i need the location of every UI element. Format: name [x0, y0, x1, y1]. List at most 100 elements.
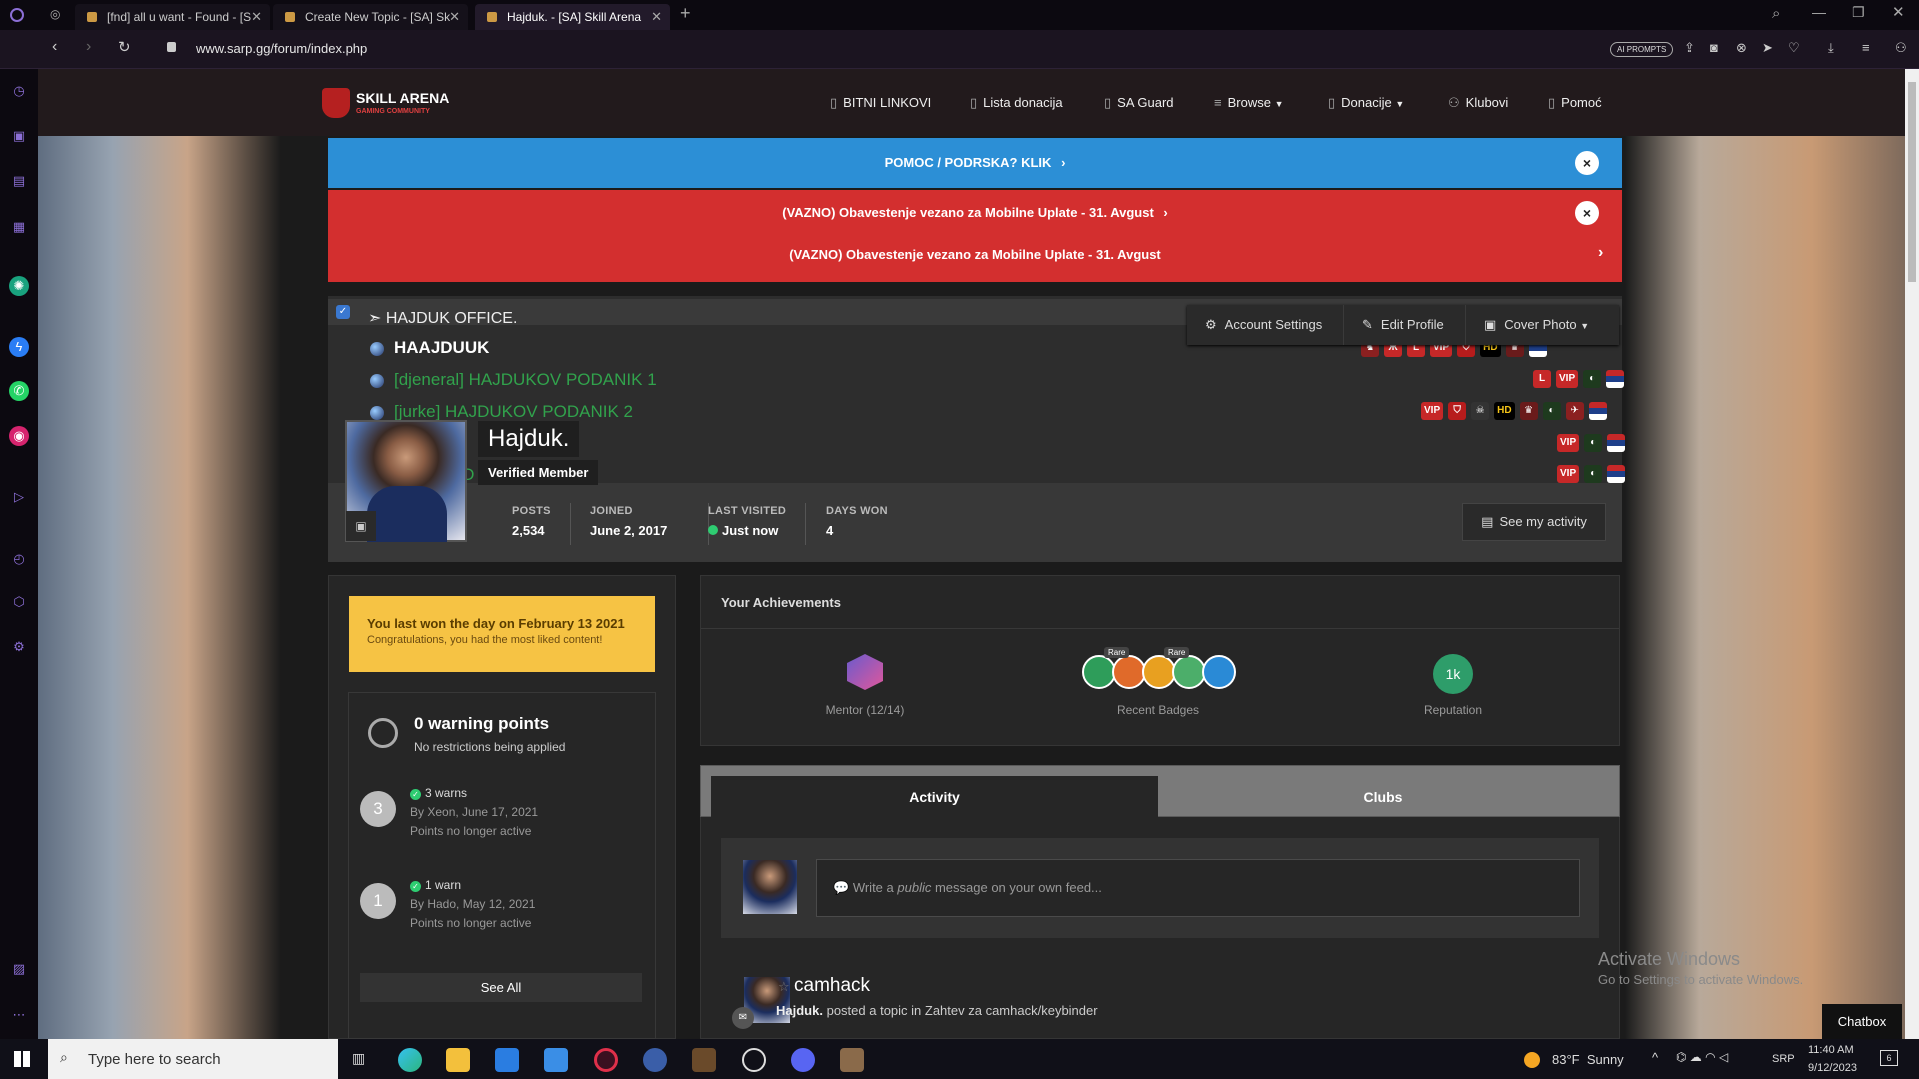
tray-chevron-icon[interactable]: ^ [1652, 1050, 1658, 1065]
back-icon[interactable]: ‹ [52, 38, 57, 56]
avatar-shirt [367, 486, 447, 542]
opera-icon[interactable] [594, 1048, 618, 1072]
close-tab-icon[interactable]: ✕ [251, 4, 262, 30]
store-icon[interactable] [544, 1048, 568, 1072]
share-icon[interactable]: ⇪ [1684, 40, 1695, 56]
menu-icon[interactable]: ≡ [1862, 40, 1870, 55]
check-icon: ✓ [410, 881, 421, 892]
nav-bitni-linkovi[interactable]: ▯ BITNI LINKOVI [830, 95, 931, 111]
obs-icon[interactable] [742, 1048, 766, 1072]
chatgpt-icon[interactable]: ✺ [9, 276, 29, 296]
file-explorer-icon[interactable] [446, 1048, 470, 1072]
search-tabs-icon[interactable]: ⌕ [1772, 5, 1780, 22]
history-icon[interactable]: ◴ [9, 549, 29, 569]
feed-username[interactable]: camhack [794, 975, 870, 997]
tab-create-topic[interactable]: Create New Topic - [SA] Sk ✕ [273, 4, 468, 30]
ai-prompts-button[interactable]: AI PROMPTS [1610, 42, 1674, 57]
extensions-icon[interactable]: ⬡ [9, 592, 29, 612]
samp-icon[interactable] [840, 1048, 864, 1072]
send-icon[interactable]: ➤ [1762, 40, 1773, 56]
tray-icons[interactable]: ⌬ ☁ ◠ ◁ [1676, 1050, 1728, 1064]
speed-dial-icon[interactable]: ◷ [9, 81, 29, 101]
news-icon[interactable]: ▦ [9, 217, 29, 237]
tab-hajduk[interactable]: Hajduk. - [SA] Skill Arena ✕ [475, 4, 670, 30]
document-icon: ▯ [1548, 95, 1556, 110]
see-my-activity-button[interactable]: ▤ See my activity [1462, 503, 1606, 541]
close-tab-icon[interactable]: ✕ [651, 4, 662, 30]
warning-circle-icon [368, 718, 398, 748]
help-banner[interactable]: POMOC / PODRSKA? KLIK › [328, 138, 1622, 188]
whatsapp-icon[interactable]: ✆ [9, 381, 29, 401]
clock-date[interactable]: 9/12/2023 [1808, 1062, 1857, 1074]
clock-time[interactable]: 11:40 AM [1808, 1044, 1854, 1056]
more-icon[interactable]: ⋯ [9, 1005, 29, 1025]
skill-arena-logo[interactable]: SKILL ARENA GAMING COMMUNITY [322, 87, 449, 121]
messenger-icon[interactable]: ϟ [9, 337, 29, 357]
close-notice-button[interactable]: × [1575, 201, 1599, 225]
close-tab-icon[interactable]: ✕ [449, 4, 460, 30]
see-all-button[interactable]: See All [360, 973, 642, 1002]
nav-browse[interactable]: ≡ Browse ▼ [1214, 95, 1284, 110]
instagram-icon[interactable]: ◉ [9, 426, 29, 446]
caret-down-icon: ▼ [1580, 321, 1590, 331]
notification-icon[interactable]: 6 [1880, 1050, 1898, 1066]
scrollbar-thumb[interactable] [1908, 82, 1916, 282]
rare-tag: Rare [1104, 647, 1130, 658]
nav-pomoc[interactable]: ▯ Pomoć [1548, 95, 1602, 111]
task-view-icon[interactable]: ▥ [352, 1050, 365, 1067]
chevron-right-icon[interactable]: › [1598, 244, 1603, 262]
notice-link-2[interactable]: (VAZNO) Obavestenje vezano za Mobilne Up… [328, 242, 1622, 268]
serbia-flag-icon [1588, 402, 1607, 420]
tab-clubs[interactable]: Clubs [1158, 776, 1608, 818]
download-icon[interactable]: ⤓ [1828, 40, 1834, 56]
tab-activity[interactable]: Activity [711, 776, 1158, 818]
opera-logo-icon[interactable] [10, 8, 24, 22]
discord-icon[interactable] [791, 1048, 815, 1072]
close-help-banner-button[interactable]: × [1575, 151, 1599, 175]
nav-donacije[interactable]: ▯ Donacije ▼ [1328, 95, 1404, 111]
notice-link-1[interactable]: (VAZNO) Obavestenje vezano za Mobilne Up… [328, 200, 1622, 226]
url-field[interactable]: www.sarp.gg/forum/index.php [196, 41, 367, 56]
nav-lista-donacija[interactable]: ▯ Lista donacija [970, 95, 1063, 111]
account-settings-button[interactable]: ⚙ Account Settings [1187, 305, 1341, 345]
restore-icon[interactable]: ❐ [1852, 4, 1865, 21]
profile-icon[interactable]: ⚇ [1895, 40, 1907, 56]
minimize-icon[interactable]: — [1812, 4, 1826, 20]
divider [701, 628, 1619, 629]
weather-text[interactable]: 83°F Sunny [1552, 1052, 1624, 1067]
warn-item[interactable]: ✓ 3 warns By Xeon, June 17, 2021 Points n… [410, 784, 538, 841]
tab-found[interactable]: [fnd] all u want - Found - [S ✕ [75, 4, 270, 30]
nav-klubovi[interactable]: ⚇ Klubovi [1448, 95, 1508, 111]
heart-icon[interactable]: ♡ [1788, 40, 1800, 56]
cover-photo-button[interactable]: ▣ Cover Photo ▼ [1465, 305, 1608, 345]
start-icon[interactable] [14, 1051, 30, 1067]
game-icon[interactable] [692, 1048, 716, 1072]
change-photo-icon[interactable]: ▣ [346, 511, 376, 541]
feed-message-input[interactable]: 💬 Write a public message on your own fee… [816, 859, 1580, 917]
mail-icon[interactable] [495, 1048, 519, 1072]
forward-icon[interactable]: › [86, 38, 91, 56]
settings-icon[interactable]: ⚙ [9, 637, 29, 657]
warn-item[interactable]: ✓ 1 warn By Hado, May 12, 2021 Points no … [410, 876, 535, 933]
twitch-icon[interactable]: ▤ [9, 171, 29, 191]
workspaces-icon[interactable]: ◎ [50, 7, 60, 21]
nav-sa-guard[interactable]: ▯ SA Guard [1104, 95, 1174, 111]
recent-badges-stack[interactable] [1082, 655, 1242, 693]
close-window-icon[interactable]: ✕ [1892, 3, 1905, 21]
reload-icon[interactable]: ↻ [118, 38, 131, 56]
edit-profile-button[interactable]: ✎ Edit Profile [1343, 305, 1462, 345]
stat-posts: POSTS 2,534 [512, 505, 551, 538]
site-favicon-icon [285, 12, 295, 22]
bag-icon[interactable]: ▣ [9, 126, 29, 146]
language[interactable]: SRP [1772, 1053, 1795, 1065]
camera-icon[interactable]: ◙ [1710, 40, 1718, 55]
edge-icon[interactable] [398, 1048, 422, 1072]
block-icon[interactable]: ⊗ [1736, 40, 1747, 56]
cover-button-group: ⚙ Account Settings ✎ Edit Profile ▣ Cover P… [1187, 305, 1619, 345]
player-icon[interactable]: ▷ [9, 487, 29, 507]
chatbox-button[interactable]: Chatbox [1822, 1004, 1902, 1039]
new-tab-icon[interactable]: + [680, 3, 691, 24]
gallery-icon[interactable]: ▨ [9, 959, 29, 979]
app-icon[interactable] [643, 1048, 667, 1072]
reputation-badge[interactable]: 1k [1433, 654, 1473, 694]
